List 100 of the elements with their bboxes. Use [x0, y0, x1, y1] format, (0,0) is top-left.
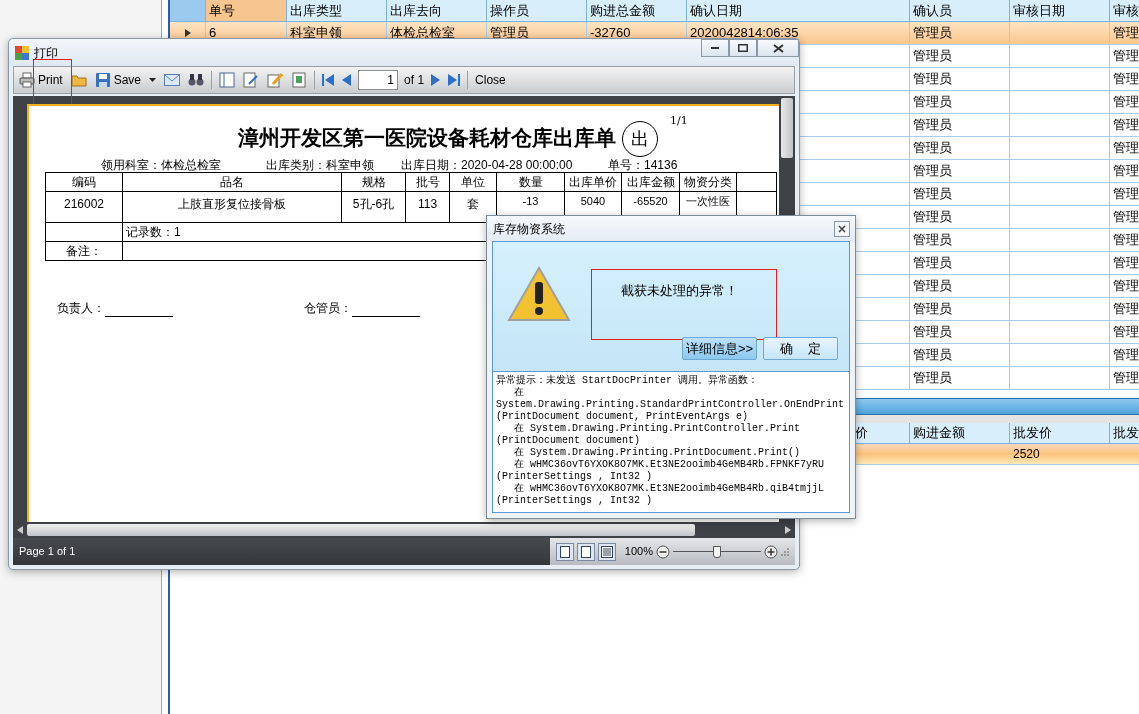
table-cell-text: 管理员: [913, 116, 952, 135]
view-mode-button[interactable]: [576, 542, 595, 561]
pencil-page-icon: [267, 72, 284, 88]
minimize-button[interactable]: [701, 39, 729, 57]
page-layout-icon: [219, 72, 236, 88]
print-button[interactable]: Print: [18, 69, 64, 91]
scroll-right-icon: [785, 526, 791, 534]
printer-icon: [19, 72, 35, 88]
scroll-left-icon: [17, 526, 23, 534]
table-cell-text: 管理员: [913, 231, 952, 250]
column-header[interactable]: 审核日期: [1010, 0, 1110, 21]
scrollbar-thumb[interactable]: [27, 524, 695, 536]
view-mode-button[interactable]: [555, 542, 574, 561]
table-cell-text: 管理: [1113, 185, 1139, 204]
multi-page-icon: [600, 545, 613, 558]
table-cell-text: 管理员: [913, 369, 952, 388]
table-cell-text: 管理: [1113, 254, 1139, 273]
column-header[interactable]: 购进金额: [910, 423, 1010, 443]
column-header: 批号: [405, 172, 450, 192]
column-header: 数量: [496, 172, 565, 192]
dialog-button[interactable]: 详细信息>>: [682, 337, 757, 360]
previous-icon: [342, 73, 352, 87]
next-icon: [431, 73, 441, 87]
table-cell-text: 管理员: [913, 254, 952, 273]
table-cell-text: 6: [209, 24, 217, 43]
page-counter: 1/1: [670, 113, 688, 129]
column-header[interactable]: 购进总金额: [587, 0, 687, 21]
table-cell-text: 2520: [1013, 446, 1040, 463]
binoculars-icon: [188, 73, 205, 87]
table-cell-text: 管理: [1113, 208, 1139, 227]
app-icon: [15, 45, 29, 60]
report-title: 漳州开发区第一医院设备耗材仓库出库单: [238, 125, 616, 151]
warning-icon: [507, 266, 571, 322]
dialog-button[interactable]: 确 定: [763, 337, 838, 360]
slider-thumb[interactable]: [713, 545, 721, 558]
window-title: 打印: [34, 44, 59, 62]
column-header[interactable]: 操作员: [487, 0, 587, 21]
table-cell-text: 管理: [1113, 300, 1139, 319]
table-cell-text: 管理员: [913, 300, 952, 319]
view-mode-button[interactable]: [597, 542, 616, 561]
page-number-field[interactable]: 1: [358, 70, 399, 90]
table-cell-text: 管理员: [913, 277, 952, 296]
page-layout-button[interactable]: [218, 69, 237, 91]
maximize-button[interactable]: [729, 39, 757, 57]
signature-label: 负责人：: [57, 300, 105, 317]
table-cell-text: 管理: [1113, 139, 1139, 158]
column-header: 出库单价: [564, 172, 622, 192]
column-header[interactable]: 审核: [1110, 0, 1139, 21]
report-info-text: 出库类别：科室申领: [266, 158, 375, 172]
zoom-in-icon: [764, 544, 778, 559]
error-message-text: 截获未处理的异常！: [621, 282, 738, 300]
table-cell-text: 管理员: [913, 70, 952, 89]
table-cell-text: 管理员: [913, 139, 952, 158]
table-cell-text: 管理: [1113, 277, 1139, 296]
close-button[interactable]: [834, 220, 850, 237]
column-header[interactable]: 出库去向: [387, 0, 487, 21]
minimize-icon: [711, 47, 719, 49]
table-cell-text: 管理: [1113, 162, 1139, 181]
envelope-icon: [164, 74, 181, 86]
table-cell-text: 管理: [1113, 369, 1139, 388]
column-header: 单位: [449, 172, 497, 192]
column-header: 规格: [341, 172, 406, 192]
zoom-out-icon: [656, 544, 670, 559]
record-count-text: 记录数：1: [126, 225, 181, 239]
table-cell-text: 管理员: [490, 24, 529, 43]
column-header[interactable]: 确认员: [910, 0, 1010, 21]
table-cell: 5孔-6孔: [341, 191, 406, 223]
page-total-label: of 1: [404, 72, 425, 89]
table-cell-text: 管理: [1113, 346, 1139, 365]
close-button[interactable]: [757, 39, 799, 57]
column-header[interactable]: 单号: [206, 0, 287, 21]
column-header[interactable]: 批发: [1110, 423, 1139, 443]
zoom-percent-text: 100%: [624, 544, 653, 560]
scrollbar-thumb[interactable]: [781, 98, 793, 158]
table-cell-text: 管理: [1113, 116, 1139, 135]
single-page-icon: [558, 545, 571, 558]
report-info-text: 单号：14136: [608, 158, 679, 172]
last-page-icon: [448, 73, 461, 87]
column-header[interactable]: 出库类型: [287, 0, 387, 21]
watermark-button[interactable]: [290, 69, 309, 91]
close-button[interactable]: Close: [474, 69, 507, 91]
remarks-label: 备注：: [45, 241, 123, 261]
save-button[interactable]: Save: [93, 69, 143, 91]
table-cell-text: 2020042814:06:35: [690, 24, 799, 43]
table-cell: 216002: [45, 191, 123, 223]
column-header: 物资分类: [679, 172, 737, 192]
caret-icon: [149, 78, 157, 82]
column-header: 编码: [45, 172, 123, 192]
report-info-text: 领用科室：体检总检室: [101, 158, 222, 172]
table-cell-text: 管理: [1113, 323, 1139, 342]
table-cell-text: 管理员: [913, 346, 952, 365]
resize-grip-icon: [781, 547, 789, 556]
column-header[interactable]: 批发价: [1010, 423, 1110, 443]
current-row-arrow-icon: [184, 29, 191, 37]
close-icon: [838, 224, 846, 233]
table-cell-text: 管理: [1113, 231, 1139, 250]
report-info-text: 出库日期：2020-04-28 00:00:00: [401, 158, 574, 172]
column-header[interactable]: 确认日期: [687, 0, 910, 21]
zoom-slider[interactable]: [673, 544, 761, 559]
page-setup-button[interactable]: [242, 69, 261, 91]
